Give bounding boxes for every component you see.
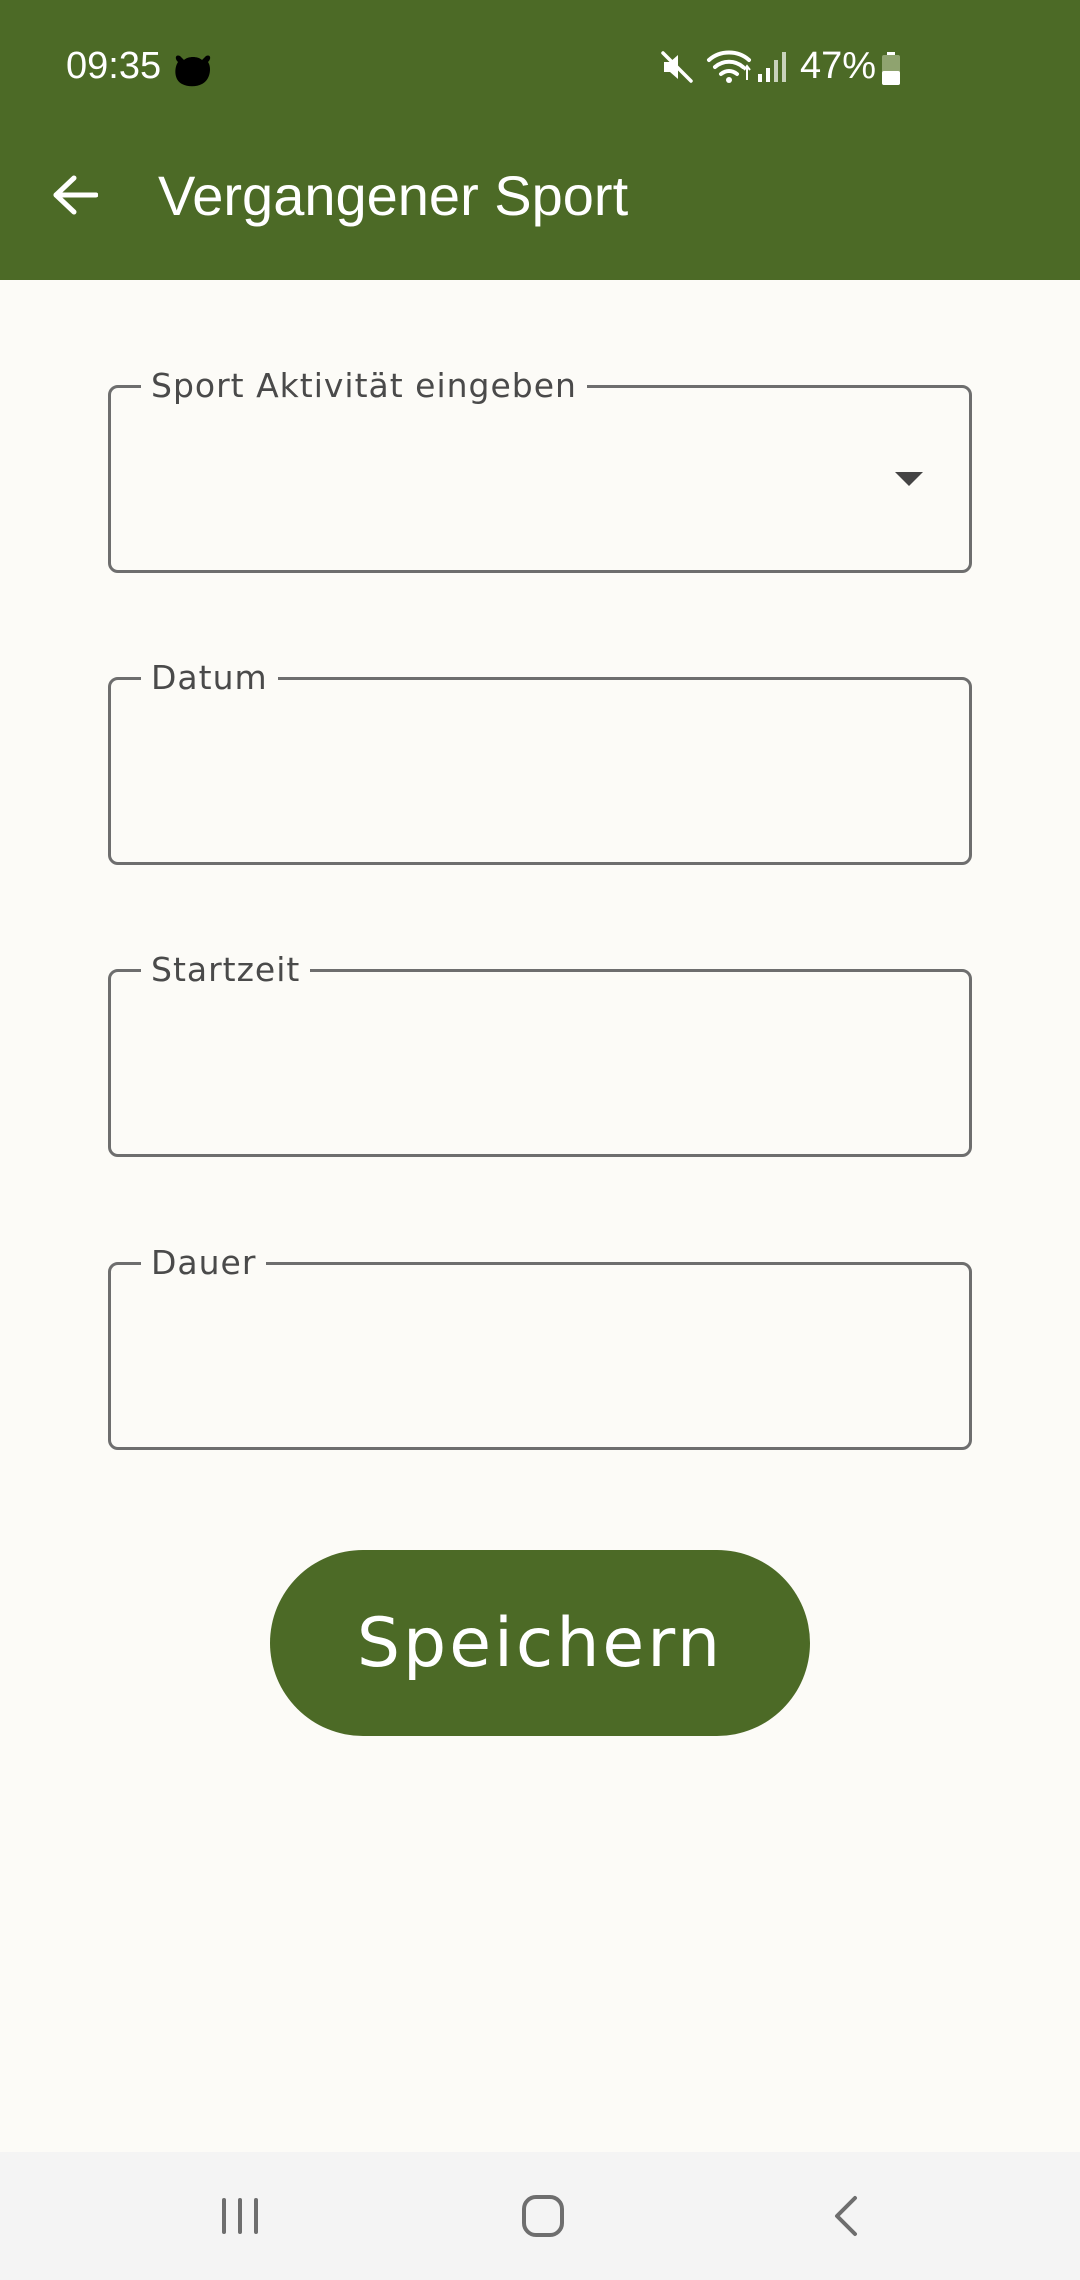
wifi-icon bbox=[707, 50, 751, 83]
start-time-input[interactable] bbox=[151, 1032, 915, 1098]
status-bar: 09:35 47% bbox=[0, 0, 1080, 130]
signal-icon bbox=[758, 52, 786, 82]
back-chevron-icon bbox=[835, 2196, 857, 2236]
save-button[interactable]: Speichern bbox=[270, 1550, 810, 1736]
system-nav-bar bbox=[0, 2152, 1080, 2280]
duration-field[interactable]: Dauer bbox=[108, 1243, 972, 1450]
date-label: Datum bbox=[141, 658, 278, 698]
activity-input[interactable] bbox=[151, 448, 915, 514]
mute-icon bbox=[661, 51, 693, 83]
home-button[interactable] bbox=[493, 2180, 593, 2252]
battery-icon bbox=[882, 52, 900, 85]
app-bar: Vergangener Sport bbox=[0, 130, 1080, 280]
start-time-label: Startzeit bbox=[141, 950, 311, 990]
date-field[interactable]: Datum bbox=[108, 658, 972, 865]
status-time: 09:35 bbox=[66, 45, 162, 87]
back-button[interactable] bbox=[40, 160, 110, 230]
page-title: Vergangener Sport bbox=[158, 164, 629, 227]
cow-icon bbox=[175, 55, 211, 87]
dropdown-arrow-icon[interactable] bbox=[895, 472, 923, 486]
arrow-left-icon bbox=[53, 175, 98, 215]
nav-back-button[interactable] bbox=[796, 2180, 896, 2252]
start-time-field[interactable]: Startzeit bbox=[108, 950, 972, 1157]
duration-input[interactable] bbox=[151, 1325, 915, 1391]
recents-button[interactable] bbox=[190, 2180, 290, 2252]
recents-icon bbox=[222, 2198, 258, 2234]
date-input[interactable] bbox=[151, 740, 915, 806]
duration-label: Dauer bbox=[141, 1243, 267, 1283]
battery-percent: 47% bbox=[800, 45, 877, 87]
home-icon bbox=[522, 2195, 564, 2237]
activity-dropdown[interactable]: Sport Aktivität eingeben bbox=[108, 366, 972, 573]
activity-label: Sport Aktivität eingeben bbox=[141, 366, 587, 406]
